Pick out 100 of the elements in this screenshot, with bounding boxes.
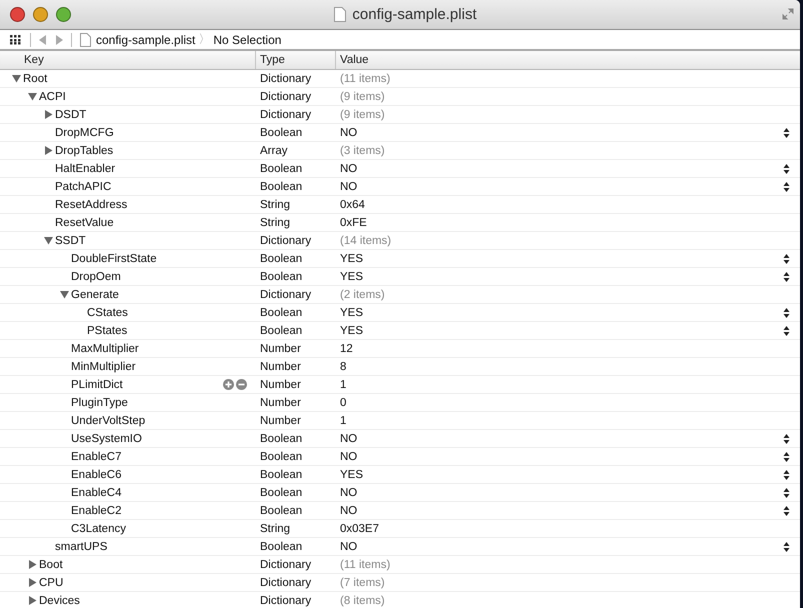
- type-text: Number: [260, 396, 301, 408]
- stepper-icon[interactable]: [783, 162, 790, 174]
- type-text: Dictionary: [260, 108, 312, 120]
- disclosure-triangle[interactable]: [44, 110, 53, 119]
- key-text: DropMCFG: [55, 126, 114, 138]
- stepper-icon[interactable]: [783, 468, 790, 480]
- stepper-icon[interactable]: [783, 486, 790, 498]
- value-text: YES: [340, 306, 364, 318]
- add-icon[interactable]: [223, 379, 234, 390]
- disclosure-triangle[interactable]: [28, 560, 37, 569]
- key-text: PLimitDict: [71, 378, 123, 390]
- disclosure-triangle[interactable]: [44, 146, 53, 155]
- key-text: UnderVoltStep: [71, 414, 146, 426]
- value-text: NO: [340, 450, 358, 462]
- type-text: Dictionary: [260, 72, 312, 84]
- stepper-icon[interactable]: [783, 126, 790, 138]
- disclosure-triangle[interactable]: [28, 578, 37, 587]
- value-text: 12: [340, 342, 353, 354]
- column-title[interactable]: Type: [255, 51, 335, 69]
- stepper-icon[interactable]: [783, 252, 790, 264]
- key-text: SSDT: [55, 234, 86, 246]
- remove-icon[interactable]: [236, 379, 247, 390]
- type-text: Boolean: [260, 540, 302, 552]
- type-text: Dictionary: [260, 558, 312, 570]
- stepper-icon[interactable]: [783, 306, 790, 318]
- value-text: 0xFE: [340, 216, 367, 228]
- breadcrumb-file[interactable]: config-sample.plist: [96, 32, 196, 46]
- key-text: PluginType: [71, 396, 128, 408]
- value-text: (2 items): [340, 288, 385, 300]
- value-text: (14 items): [340, 234, 392, 246]
- breadcrumb-separator: 〉: [198, 31, 210, 48]
- key-text: Boot: [39, 558, 63, 570]
- type-text: Boolean: [260, 306, 302, 318]
- value-text: 8: [340, 360, 346, 372]
- value-text: YES: [340, 324, 364, 336]
- type-text: Number: [260, 378, 301, 390]
- column-title[interactable]: Key: [0, 51, 255, 69]
- key-text: C3Latency: [71, 522, 126, 534]
- type-text: Boolean: [260, 432, 302, 444]
- value-text: 0x03E7: [340, 522, 380, 534]
- value-text: YES: [340, 468, 364, 480]
- type-text: String: [260, 522, 290, 534]
- key-text: UseSystemIO: [71, 432, 142, 444]
- stepper-icon[interactable]: [783, 540, 790, 552]
- stepper-icon[interactable]: [783, 432, 790, 444]
- type-text: Number: [260, 342, 301, 354]
- zoom-button[interactable]: [56, 7, 71, 22]
- grid-icon[interactable]: [10, 34, 22, 44]
- type-text: Dictionary: [260, 90, 312, 102]
- fullscreen-icon[interactable]: [782, 8, 794, 20]
- key-text: DoubleFirstState: [71, 252, 157, 264]
- key-text: HaltEnabler: [55, 162, 116, 174]
- value-text: NO: [340, 162, 358, 174]
- stepper-icon[interactable]: [783, 180, 790, 192]
- document-icon: [80, 32, 91, 46]
- value-text: (3 items): [340, 144, 385, 156]
- value-text: (11 items): [340, 558, 390, 570]
- stepper-icon[interactable]: [783, 450, 790, 462]
- value-text: NO: [340, 180, 358, 192]
- type-text: Boolean: [260, 270, 302, 282]
- type-text: Boolean: [260, 126, 302, 138]
- type-text: Number: [260, 414, 301, 426]
- value-text: (9 items): [340, 90, 385, 102]
- type-text: Array: [260, 144, 288, 156]
- disclosure-triangle[interactable]: [12, 74, 21, 83]
- type-text: Boolean: [260, 180, 302, 192]
- type-text: Boolean: [260, 504, 302, 516]
- key-text: ACPI: [39, 90, 66, 102]
- key-text: DropOem: [71, 270, 121, 282]
- value-text: YES: [340, 252, 364, 264]
- type-text: Number: [260, 360, 301, 372]
- disclosure-triangle[interactable]: [28, 596, 37, 605]
- type-text: String: [260, 198, 290, 210]
- close-button[interactable]: [10, 7, 25, 22]
- value-text: (9 items): [340, 108, 385, 120]
- key-text: CStates: [87, 306, 128, 318]
- disclosure-triangle[interactable]: [44, 236, 53, 245]
- minimize-button[interactable]: [33, 7, 48, 22]
- disclosure-triangle[interactable]: [60, 290, 69, 299]
- key-text: Root: [23, 72, 48, 84]
- key-text: PStates: [87, 324, 128, 336]
- key-text: ResetValue: [55, 216, 114, 228]
- stepper-icon[interactable]: [783, 324, 790, 336]
- value-text: YES: [340, 270, 364, 282]
- stepper-icon[interactable]: [783, 270, 790, 282]
- key-text: DropTables: [55, 144, 114, 156]
- stepper-icon[interactable]: [783, 504, 790, 516]
- key-text: MaxMultiplier: [71, 342, 139, 354]
- disclosure-triangle[interactable]: [28, 92, 37, 101]
- key-text: EnableC4: [71, 486, 122, 498]
- key-text: CPU: [39, 576, 64, 588]
- value-text: (8 items): [340, 594, 385, 606]
- column-title[interactable]: Value: [335, 51, 800, 69]
- key-text: Generate: [71, 288, 119, 300]
- key-text: ResetAddress: [55, 198, 128, 210]
- type-text: Boolean: [260, 324, 302, 336]
- document-icon: [334, 7, 346, 22]
- type-text: Dictionary: [260, 234, 312, 246]
- breadcrumb-selection[interactable]: No Selection: [213, 32, 282, 46]
- key-text: EnableC6: [71, 468, 122, 480]
